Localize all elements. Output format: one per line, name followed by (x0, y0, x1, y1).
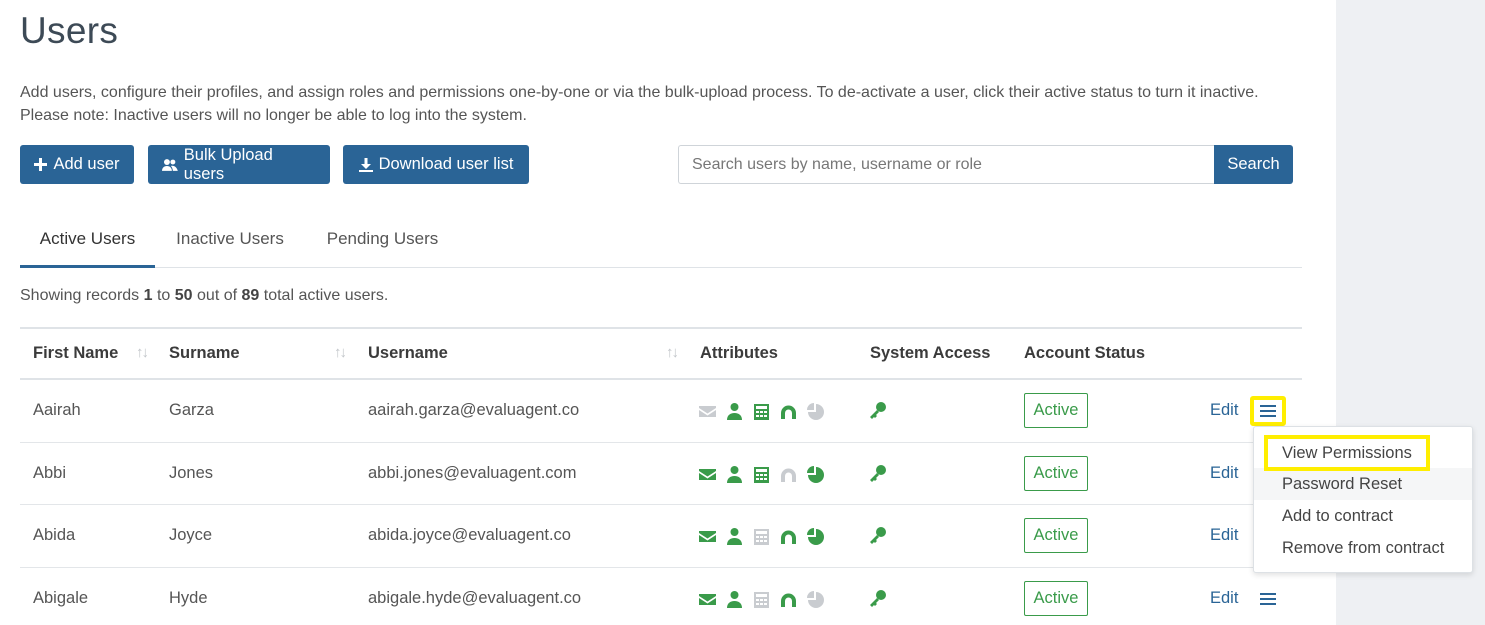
download-label: Download user list (378, 155, 514, 173)
cell-surname: Jones (169, 463, 214, 482)
intro-line-2: Please note: Inactive users will no long… (20, 107, 527, 124)
pie-chart-icon (807, 528, 824, 545)
sort-icon[interactable]: ↑↓ (666, 344, 679, 361)
cell-username: abigale.hyde@evaluagent.co (368, 588, 582, 607)
header-first-name[interactable]: First Name (33, 344, 118, 363)
bulk-upload-button[interactable]: Bulk Upload users (148, 145, 330, 184)
calculator-icon (754, 466, 769, 483)
status-badge[interactable]: Active (1024, 393, 1088, 428)
header-surname[interactable]: Surname (169, 344, 240, 363)
table-row: Aairah Garza aairah.garza@evaluagent.co … (20, 380, 1302, 443)
attribute-icons (698, 465, 825, 484)
pie-chart-icon (807, 403, 824, 420)
envelope-icon (699, 593, 716, 605)
cell-first-name: Abida (33, 526, 76, 544)
status-badge[interactable]: Active (1024, 580, 1088, 616)
remove-from-contract-item[interactable]: Remove from contract (1254, 532, 1472, 564)
calculator-icon (754, 529, 769, 545)
records-total: 89 (241, 287, 260, 304)
add-user-button[interactable]: Add user (20, 145, 134, 184)
records-to-word: to (156, 287, 171, 304)
bulk-upload-label: Bulk Upload users (183, 145, 273, 183)
attribute-icons (698, 527, 825, 546)
users-table: First Name ↑↓ Surname ↑↓ Username ↑↓ Att… (20, 327, 1302, 625)
headset-icon (781, 405, 796, 419)
pie-chart-icon (807, 590, 824, 608)
records-to: 50 (174, 287, 193, 304)
plus-icon (34, 158, 48, 171)
edit-link[interactable]: Edit (1210, 401, 1238, 420)
envelope-icon (699, 468, 716, 480)
highlight-box (1264, 435, 1430, 471)
download-icon (358, 157, 373, 172)
table-row: Abigale Hyde abigale.hyde@evaluagent.co … (20, 568, 1302, 625)
tab-pending-users[interactable]: Pending Users (310, 218, 455, 268)
user-icon (727, 403, 742, 420)
download-user-list-button[interactable]: Download user list (343, 145, 529, 184)
user-icon (727, 528, 742, 545)
cell-surname: Hyde (169, 588, 208, 607)
user-icon (727, 590, 742, 608)
row-actions-dropdown: View Permissions Password Reset Add to c… (1253, 426, 1473, 573)
attribute-icons (698, 402, 825, 421)
cell-first-name: Abbi (33, 463, 67, 482)
edit-link[interactable]: Edit (1210, 464, 1238, 483)
add-user-label: Add user (53, 155, 120, 173)
key-icon (868, 589, 888, 614)
key-icon (868, 526, 888, 551)
records-prefix: Showing records (20, 287, 140, 304)
hamburger-menu-icon[interactable] (1250, 584, 1286, 614)
envelope-icon (699, 531, 716, 542)
sort-icon[interactable]: ↑↓ (334, 344, 347, 361)
table-body: Aairah Garza aairah.garza@evaluagent.co … (20, 380, 1302, 625)
header-attributes: Attributes (700, 344, 778, 362)
headset-icon (781, 468, 796, 482)
users-icon (162, 158, 178, 171)
search-button[interactable]: Search (1214, 145, 1293, 184)
calculator-icon (754, 404, 769, 420)
cell-first-name: Aairah (33, 401, 81, 419)
edit-link[interactable]: Edit (1210, 589, 1238, 608)
cell-surname: Garza (169, 401, 214, 419)
header-account-status: Account Status (1024, 344, 1146, 362)
headset-icon (781, 530, 796, 544)
records-suffix: total active users. (263, 287, 389, 304)
key-icon (868, 464, 888, 489)
header-username[interactable]: Username (368, 344, 448, 363)
pie-chart-icon (807, 465, 824, 483)
headset-icon (781, 593, 796, 607)
envelope-icon (699, 406, 716, 417)
records-out-of-word: out of (197, 287, 238, 304)
edit-link[interactable]: Edit (1210, 526, 1238, 545)
calculator-icon (754, 591, 769, 608)
hamburger-menu-icon[interactable] (1250, 396, 1286, 426)
records-summary: Showing records 1 to 50 out of 89 total … (20, 287, 388, 305)
records-from: 1 (143, 287, 153, 304)
table-header: First Name ↑↓ Surname ↑↓ Username ↑↓ Att… (20, 327, 1302, 380)
cell-first-name: Abigale (33, 588, 89, 607)
attribute-icons (698, 590, 825, 609)
header-system-access: System Access (870, 344, 991, 362)
user-tabs: Active Users Inactive Users Pending User… (20, 218, 1302, 268)
status-badge[interactable]: Active (1024, 455, 1088, 491)
page-intro: Add users, configure their profiles, and… (20, 81, 1320, 127)
tab-inactive-users[interactable]: Inactive Users (155, 218, 305, 268)
tab-active-users[interactable]: Active Users (20, 218, 155, 268)
search-input[interactable] (678, 145, 1215, 184)
cell-username: abbi.jones@evaluagent.com (368, 463, 577, 482)
key-icon (868, 401, 888, 426)
cell-username: abida.joyce@evaluagent.co (368, 526, 571, 544)
table-row: Abida Joyce abida.joyce@evaluagent.co Ac… (20, 505, 1302, 568)
cell-surname: Joyce (169, 526, 213, 544)
password-reset-item[interactable]: Password Reset (1254, 468, 1472, 500)
cell-username: aairah.garza@evaluagent.co (368, 401, 580, 419)
status-badge[interactable]: Active (1024, 518, 1088, 553)
user-icon (727, 465, 742, 483)
sort-icon[interactable]: ↑↓ (136, 344, 149, 361)
add-to-contract-item[interactable]: Add to contract (1254, 500, 1472, 532)
page-title: Users (20, 10, 119, 51)
table-row: Abbi Jones abbi.jones@evaluagent.com Act… (20, 443, 1302, 505)
intro-line-1: Add users, configure their profiles, and… (20, 84, 1259, 101)
